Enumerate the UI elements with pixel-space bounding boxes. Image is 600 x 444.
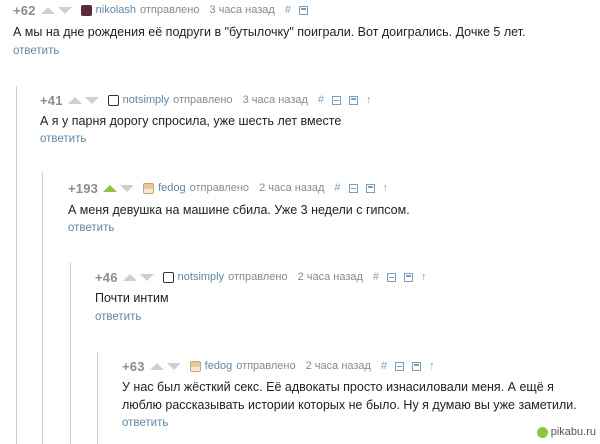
comment-rating: +46: [95, 269, 118, 285]
reply-link[interactable]: ответить: [68, 222, 114, 234]
comment-meta: +193 fedog отправлено 2 часа назад # ↑: [68, 180, 396, 196]
upvote-icon[interactable]: [40, 6, 55, 14]
avatar[interactable]: [143, 182, 155, 194]
downvote-icon[interactable]: [84, 96, 99, 104]
collapse-icon[interactable]: [387, 272, 397, 282]
comment-text: А я у парня дорогу спросила, уже шесть л…: [40, 114, 342, 128]
reply-link[interactable]: ответить: [40, 133, 86, 145]
comment-meta: +62 nikolash отправлено 3 часа назад #: [13, 2, 316, 18]
vote-controls: [149, 362, 184, 370]
comment-rating: +63: [122, 358, 145, 374]
save-icon[interactable]: [404, 272, 414, 282]
comment-tools: #: [285, 4, 316, 16]
parent-arrow-icon[interactable]: ↑: [383, 182, 389, 194]
comment: +41 notsimply отправлено 3 часа назад # …: [40, 92, 600, 152]
author-link[interactable]: notsimply: [123, 94, 169, 106]
comment: +62 nikolash отправлено 3 часа назад # А…: [13, 2, 600, 62]
collapse-icon[interactable]: [348, 183, 358, 193]
sent-label: отправлено: [189, 182, 250, 194]
comment-rating: +62: [13, 2, 36, 18]
comment-tools: # ↑: [381, 360, 443, 372]
avatar[interactable]: [107, 94, 119, 106]
upvote-icon[interactable]: [149, 362, 164, 370]
parent-arrow-icon[interactable]: ↑: [429, 360, 435, 372]
author-link[interactable]: fedog: [205, 360, 233, 372]
vote-controls: [67, 96, 102, 104]
thread-line: [97, 352, 98, 444]
comment: +193 fedog отправлено 2 часа назад # ↑ А…: [68, 180, 600, 240]
author-link[interactable]: nikolash: [96, 4, 136, 16]
downvote-icon[interactable]: [120, 184, 135, 192]
comment-tools: # ↑: [373, 271, 435, 283]
save-icon[interactable]: [365, 183, 375, 193]
comment-meta: +41 notsimply отправлено 3 часа назад # …: [40, 92, 380, 108]
upvote-icon[interactable]: [103, 184, 118, 192]
upvote-icon[interactable]: [122, 273, 137, 281]
sent-label: отправлено: [140, 4, 200, 16]
comment-text-line: У нас был жёсткий секс. Её адвокаты прос…: [122, 380, 554, 394]
watermark-text: pikabu.ru: [550, 426, 596, 438]
save-icon[interactable]: [412, 361, 422, 371]
comment-time[interactable]: 3 часа назад: [209, 4, 274, 16]
comment-tools: # ↑: [334, 182, 396, 194]
author-link[interactable]: fedog: [158, 182, 186, 194]
comment-text: Почти интим: [95, 291, 169, 305]
comment-time[interactable]: 2 часа назад: [259, 182, 324, 194]
pikabu-logo-icon: [536, 426, 548, 438]
downvote-icon[interactable]: [166, 362, 181, 370]
thread-line: [16, 86, 17, 444]
permalink-icon[interactable]: #: [373, 271, 379, 283]
downvote-icon[interactable]: [139, 273, 154, 281]
comment-time[interactable]: 2 часа назад: [306, 360, 371, 372]
comment-rating: +41: [40, 92, 63, 108]
permalink-icon[interactable]: #: [318, 94, 324, 106]
comment-meta: +46 notsimply отправлено 2 часа назад # …: [95, 269, 435, 285]
comment-time[interactable]: 2 часа назад: [298, 271, 363, 283]
sent-label: отправлено: [236, 360, 296, 372]
reply-link[interactable]: ответить: [13, 45, 59, 57]
sent-label: отправлено: [173, 94, 233, 106]
comment-tools: # ↑: [318, 94, 380, 106]
permalink-icon[interactable]: #: [381, 360, 387, 372]
comment-text-line: люблю рассказывать истории которых не бы…: [122, 398, 577, 412]
vote-controls: [122, 273, 157, 281]
collapse-icon[interactable]: [395, 361, 405, 371]
comment-rating: +193: [68, 180, 99, 196]
avatar[interactable]: [189, 360, 201, 372]
sent-label: отправлено: [228, 271, 288, 283]
permalink-icon[interactable]: #: [285, 4, 291, 16]
comment: +46 notsimply отправлено 2 часа назад # …: [95, 269, 600, 329]
permalink-icon[interactable]: #: [334, 182, 340, 194]
parent-arrow-icon[interactable]: ↑: [421, 271, 427, 283]
comment-text: А меня девушка на машине сбила. Уже 3 не…: [68, 203, 410, 217]
comment-meta: +63 fedog отправлено 2 часа назад # ↑: [122, 358, 443, 374]
reply-link[interactable]: ответить: [95, 311, 141, 323]
watermark: pikabu.ru: [536, 426, 596, 438]
upvote-icon[interactable]: [67, 96, 82, 104]
save-icon[interactable]: [349, 95, 359, 105]
thread-line: [42, 172, 43, 444]
author-link[interactable]: notsimply: [178, 271, 224, 283]
vote-controls: [103, 184, 137, 192]
comment-time[interactable]: 3 часа назад: [243, 94, 308, 106]
thread-line: [70, 262, 71, 444]
avatar[interactable]: [80, 4, 92, 16]
comment: +63 fedog отправлено 2 часа назад # ↑ У …: [122, 358, 600, 438]
comment-text: А мы на дне рождения её подруги в "бутыл…: [13, 25, 526, 39]
reply-link[interactable]: ответить: [122, 417, 168, 429]
save-icon[interactable]: [298, 5, 308, 15]
vote-controls: [40, 6, 75, 14]
parent-arrow-icon[interactable]: ↑: [366, 94, 372, 106]
collapse-icon[interactable]: [332, 95, 342, 105]
avatar[interactable]: [162, 271, 174, 283]
downvote-icon[interactable]: [57, 6, 72, 14]
